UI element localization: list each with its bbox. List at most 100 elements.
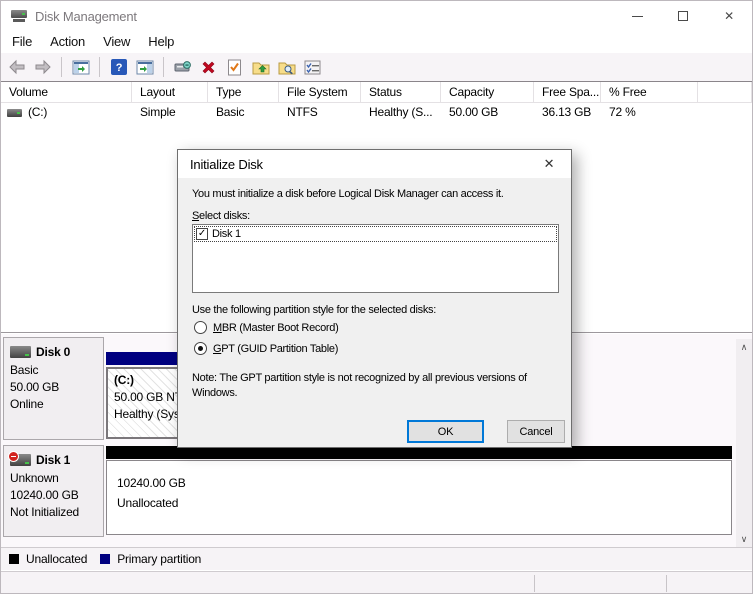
volume-list-header: Volume Layout Type File System Status Ca… xyxy=(1,82,752,103)
minimize-icon xyxy=(632,16,643,17)
show-console-tree-icon[interactable] xyxy=(71,58,90,77)
capacity-cell: 50.00 GB xyxy=(441,103,534,122)
back-icon[interactable] xyxy=(7,58,26,77)
vertical-scrollbar[interactable]: ∧ ∨ xyxy=(736,339,752,547)
close-button[interactable]: ✕ xyxy=(706,1,752,31)
legend-bar: Unallocated Primary partition xyxy=(1,547,752,570)
disk0-panel[interactable]: Disk 0 Basic 50.00 GB Online xyxy=(3,337,104,440)
primary-partition-legend-label: Primary partition xyxy=(117,552,201,566)
disk1-item-label: Disk 1 xyxy=(212,228,241,240)
table-row[interactable]: (C:) Simple Basic NTFS Healthy (S... 50.… xyxy=(1,103,752,122)
disk1-panel[interactable]: Disk 1 Unknown 10240.00 GB Not Initializ… xyxy=(3,445,104,537)
mbr-accel: M xyxy=(213,322,222,334)
forward-icon[interactable] xyxy=(33,58,52,77)
primary-partition-swatch xyxy=(100,554,110,564)
unallocated-legend-label: Unallocated xyxy=(26,552,87,566)
filler-cell xyxy=(698,103,752,122)
show-action-pane-icon[interactable] xyxy=(135,58,154,77)
app-icon xyxy=(11,10,27,22)
col-capacity[interactable]: Capacity xyxy=(441,82,534,102)
menu-file[interactable]: File xyxy=(3,31,41,53)
volume-cell: (C:) xyxy=(1,103,132,122)
error-badge-icon xyxy=(8,451,19,462)
open-icon[interactable] xyxy=(251,58,270,77)
window-controls: ✕ xyxy=(614,1,752,31)
disk1-checkbox[interactable]: ✓ xyxy=(196,228,208,240)
disk0-icon xyxy=(10,346,31,358)
volume-icon xyxy=(7,109,22,117)
dialog-title-bar: Initialize Disk ✕ xyxy=(178,150,571,178)
disk-listbox[interactable]: ✓ Disk 1 xyxy=(192,224,559,293)
col-volume[interactable]: Volume xyxy=(1,82,132,102)
gpt-radio[interactable] xyxy=(194,342,207,355)
disk1-name: Disk 1 xyxy=(36,453,70,467)
initialize-disk-dialog: Initialize Disk ✕ You must initialize a … xyxy=(177,149,572,448)
properties-icon[interactable] xyxy=(225,58,244,77)
task-list-icon[interactable] xyxy=(303,58,322,77)
mbr-radio-row[interactable]: MBR (Master Boot Record) xyxy=(194,321,338,334)
menu-help[interactable]: Help xyxy=(139,31,183,53)
col-status[interactable]: Status xyxy=(361,82,441,102)
col-file-system[interactable]: File System xyxy=(279,82,361,102)
disk0-status: Online xyxy=(10,396,97,413)
maximize-button[interactable] xyxy=(660,1,706,31)
select-disks-label: Select disks: xyxy=(192,210,250,222)
menu-bar: File Action View Help xyxy=(1,31,752,53)
toolbar-separator xyxy=(61,57,62,77)
col-filler xyxy=(698,82,752,102)
disk1-icon xyxy=(10,454,31,466)
disk1-unallocated-block[interactable]: 10240.00 GB Unallocated xyxy=(106,460,732,535)
mbr-label: MBR (Master Boot Record) xyxy=(213,322,338,334)
dialog-close-icon[interactable]: ✕ xyxy=(539,156,559,172)
gpt-radio-row[interactable]: GPT (GUID Partition Table) xyxy=(194,342,338,355)
free-space-cell: 36.13 GB xyxy=(534,103,601,122)
col-free-space[interactable]: Free Spa... xyxy=(534,82,601,102)
toolbar-separator xyxy=(163,57,164,77)
col-layout[interactable]: Layout xyxy=(132,82,208,102)
delete-volume-icon[interactable] xyxy=(199,58,218,77)
gpt-rest: PT (GUID Partition Table) xyxy=(221,343,338,355)
ok-button[interactable]: OK xyxy=(407,420,484,443)
disk1-size: 10240.00 GB xyxy=(10,487,97,504)
status-bar-divider xyxy=(534,575,535,592)
col-pct-free[interactable]: % Free xyxy=(601,82,698,102)
partition-style-label: Use the following partition style for th… xyxy=(192,304,436,316)
mbr-rest: BR (Master Boot Record) xyxy=(222,322,339,334)
dialog-title: Initialize Disk xyxy=(190,157,263,172)
mbr-radio[interactable] xyxy=(194,321,207,334)
help-glyph: ? xyxy=(115,62,122,74)
note-line2: Windows. xyxy=(192,386,567,401)
select-disks-rest: elect disks: xyxy=(199,210,250,222)
file-system-cell: NTFS xyxy=(279,103,361,122)
disk-management-window: Disk Management ✕ File Action View Help … xyxy=(0,0,753,594)
disk0-name: Disk 0 xyxy=(36,345,70,359)
status-bar-divider xyxy=(666,575,667,592)
rescan-disks-icon[interactable] xyxy=(173,58,192,77)
unallocated-label: Unallocated xyxy=(117,493,731,513)
volume-name: (C:) xyxy=(28,103,47,122)
disk1-list-item[interactable]: ✓ Disk 1 xyxy=(194,226,557,242)
status-cell: Healthy (S... xyxy=(361,103,441,122)
scroll-up-icon[interactable]: ∧ xyxy=(736,339,752,355)
note-line1: Note: The GPT partition style is not rec… xyxy=(192,371,567,386)
gpt-note-text: Note: The GPT partition style is not rec… xyxy=(192,371,567,401)
help-icon[interactable]: ? xyxy=(109,58,128,77)
unallocated-swatch xyxy=(9,554,19,564)
type-cell: Basic xyxy=(208,103,279,122)
menu-view[interactable]: View xyxy=(94,31,139,53)
toolbar-separator xyxy=(99,57,100,77)
title-bar: Disk Management ✕ xyxy=(1,1,752,31)
disk0-size: 50.00 GB xyxy=(10,379,97,396)
gpt-label: GPT (GUID Partition Table) xyxy=(213,343,338,355)
dialog-intro-text: You must initialize a disk before Logica… xyxy=(192,188,504,200)
minimize-button[interactable] xyxy=(614,1,660,31)
maximize-icon xyxy=(678,11,688,21)
disk0-type: Basic xyxy=(10,362,97,379)
pct-free-cell: 72 % xyxy=(601,103,698,122)
status-bar xyxy=(1,571,752,594)
menu-action[interactable]: Action xyxy=(41,31,94,53)
explore-icon[interactable] xyxy=(277,58,296,77)
cancel-button[interactable]: Cancel xyxy=(507,420,565,443)
scroll-down-icon[interactable]: ∨ xyxy=(736,531,752,547)
col-type[interactable]: Type xyxy=(208,82,279,102)
